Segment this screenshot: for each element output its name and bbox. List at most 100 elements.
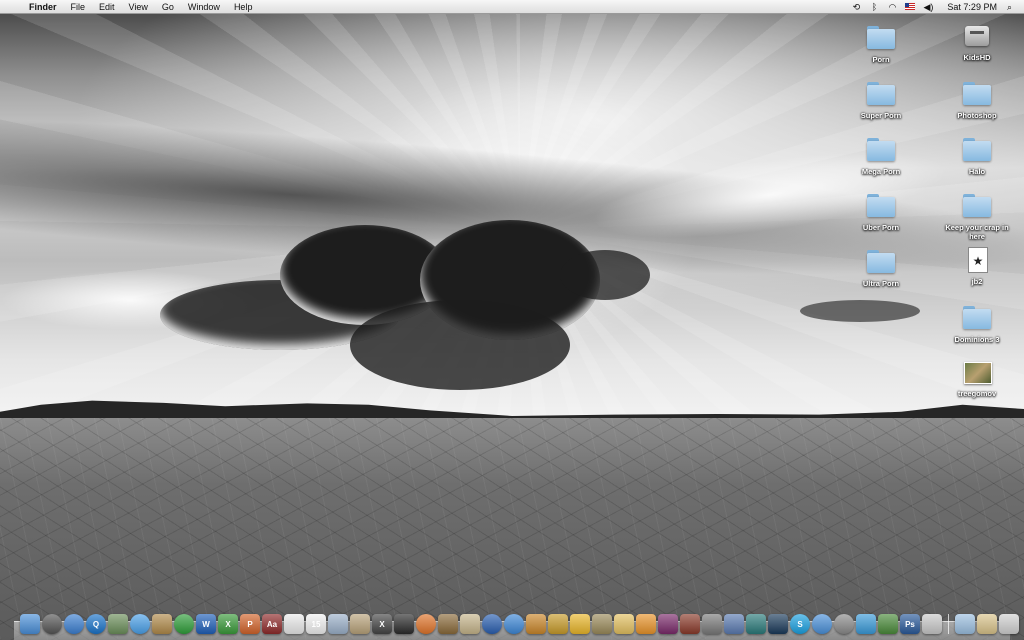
safari-icon[interactable] [64,614,84,634]
app-store-icon[interactable] [724,614,744,634]
dashboard-icon[interactable] [42,614,62,634]
desktop-icon-label: Photoshop [957,111,997,120]
quicktime-icon[interactable]: Q [86,614,106,634]
mail-icon[interactable] [350,614,370,634]
desktop-image-file[interactable]: treegomov [934,356,1020,398]
menu-help[interactable]: Help [227,0,260,14]
powerpoint-icon[interactable]: P [240,614,260,634]
pen-icon[interactable] [702,614,722,634]
game-icon[interactable] [658,614,678,634]
hard-drive-icon [961,20,993,50]
desktop-movie-file[interactable]: jb2 [934,244,1020,286]
folder-icon [865,78,897,108]
dock-item-glyph: Aa [266,619,278,629]
desktop-icon-label: Super Porn [860,111,902,120]
finder-icon[interactable] [20,614,40,634]
menu-clock[interactable]: Sat 7:29 PM [937,0,997,14]
spotlight-icon[interactable]: ⌕ [997,0,1012,14]
desktop-folder[interactable]: Super Porn [838,78,924,120]
preview-icon[interactable] [328,614,348,634]
automator-icon[interactable] [460,614,480,634]
desktop-icon-label: treegomov [957,389,997,398]
desktop-drive[interactable]: KidsHD [934,20,1020,62]
folder-icon [961,78,993,108]
desktop-icon-label: Dominions 3 [954,335,1000,344]
address-book-icon[interactable] [152,614,172,634]
time-machine-icon[interactable]: ⟲ [847,0,865,14]
feather-icon[interactable] [548,614,568,634]
desktop-folder[interactable]: Mega Porn [838,134,924,176]
word-icon[interactable]: W [196,614,216,634]
wifi-icon[interactable]: ◠ [883,0,901,14]
activity-icon[interactable] [768,614,788,634]
tea-icon[interactable] [680,614,700,634]
textedit-icon[interactable] [284,614,304,634]
city-icon[interactable] [592,614,612,634]
bluetooth-icon[interactable]: ᛒ [865,0,883,14]
desktop-icon-label: Porn [872,55,890,64]
globe-icon[interactable] [812,614,832,634]
trash-icon[interactable] [999,614,1019,634]
dock-item-glyph: Ps [905,619,915,629]
menu-go[interactable]: Go [155,0,181,14]
system-prefs-icon[interactable] [834,614,854,634]
dictionary-icon[interactable]: Aa [262,614,282,634]
green-app-icon[interactable] [174,614,194,634]
x11-icon[interactable]: X [372,614,392,634]
desktop-folder[interactable]: Photoshop [934,78,1020,120]
desktop-icon-label: Uber Porn [862,223,900,232]
iphoto-icon[interactable] [570,614,590,634]
desktop-icon-label: jb2 [971,277,983,286]
dock-item-glyph: W [202,619,210,629]
photo-icon[interactable] [438,614,458,634]
network-icon[interactable] [482,614,502,634]
firefox-icon[interactable] [416,614,436,634]
downloads-stack-icon[interactable] [977,614,997,634]
menu-view[interactable]: View [122,0,155,14]
desktop-folder[interactable]: Ultra Porn [838,246,924,288]
volume-icon[interactable]: ◀) [919,0,937,14]
applications-folder-icon[interactable] [955,614,975,634]
dock-item-glyph: S [797,619,803,629]
dock: Q W X P Aa 15 X S Ps [20,610,1019,634]
ical-icon[interactable]: 15 [306,614,326,634]
pizza-icon[interactable] [614,614,634,634]
menu-finder[interactable]: Finder [22,0,64,14]
photoshop-icon[interactable]: Ps [900,614,920,634]
excel-icon[interactable]: X [218,614,238,634]
menu-file[interactable]: File [64,0,93,14]
butterfly-icon[interactable] [856,614,876,634]
desktop-folder[interactable]: Dominions 3 [934,302,1020,344]
desktop-folder[interactable]: Halo [934,134,1020,176]
terminal-icon[interactable] [746,614,766,634]
folder-icon [865,190,897,220]
skype-icon[interactable]: S [790,614,810,634]
itunes-icon[interactable] [504,614,524,634]
desktop-icon-label: Ultra Porn [862,279,900,288]
image-thumbnail-icon [961,356,993,386]
clapper-icon[interactable] [394,614,414,634]
flower-icon[interactable] [878,614,898,634]
desktop-icon-label: Keep your crap in here [945,223,1009,241]
utility-icon[interactable] [108,614,128,634]
desktop-folder[interactable]: Porn [838,22,924,64]
folder-icon [865,134,897,164]
folder-icon [865,22,897,52]
garageband-icon[interactable] [526,614,546,634]
desktop-icon-label: Halo [968,167,986,176]
ichat-icon[interactable] [130,614,150,634]
wallpaper-cloud [560,250,650,300]
desktop-folder[interactable]: Keep your crap in here [934,190,1020,241]
orange-app-icon[interactable] [636,614,656,634]
dock-item-glyph: X [379,619,385,629]
menu-edit[interactable]: Edit [92,0,122,14]
dock-item-glyph: P [247,619,253,629]
menu-bar: Finder File Edit View Go Window Help ⟲ ᛒ… [0,0,1024,14]
input-flag-icon[interactable] [905,3,916,10]
desktop-folder[interactable]: Uber Porn [838,190,924,232]
dock-item-glyph: 15 [311,619,321,629]
wallpaper-cloud [800,300,920,322]
menu-extras: ⟲ ᛒ ◠ ◀) Sat 7:29 PM ⌕ [847,0,1024,14]
menu-window[interactable]: Window [181,0,227,14]
script-icon[interactable] [922,614,942,634]
